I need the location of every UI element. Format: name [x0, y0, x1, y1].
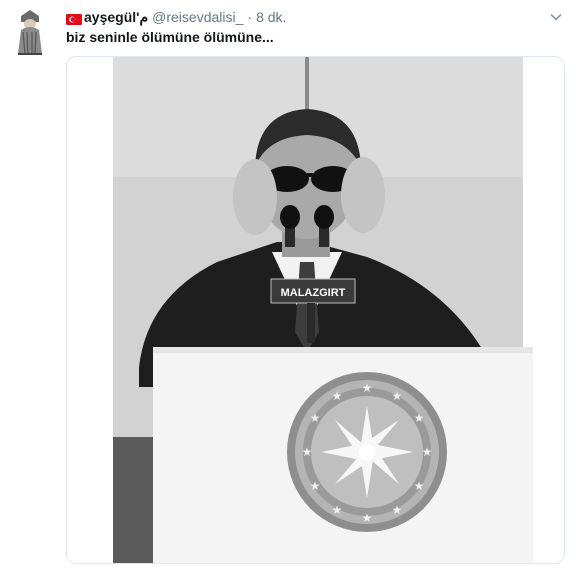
svg-text:★: ★	[392, 503, 403, 517]
svg-text:★: ★	[414, 411, 425, 425]
tweet-media-image[interactable]: MALAZGIRT ★ ★ ★ ★ ★ ★ ★ ★ ★ ★ ★ ★	[66, 56, 565, 564]
svg-text:★: ★	[422, 445, 433, 459]
svg-text:★: ★	[310, 479, 321, 493]
timestamp-link[interactable]: 8 dk.	[256, 9, 286, 25]
svg-text:★: ★	[392, 389, 403, 403]
svg-text:★: ★	[332, 389, 343, 403]
turkey-flag-icon	[66, 12, 82, 25]
svg-text:★: ★	[362, 511, 373, 525]
tweet-text: biz seninle ölümüne ölümüne...	[66, 29, 274, 45]
avatar[interactable]	[12, 8, 48, 58]
svg-text:★: ★	[310, 411, 321, 425]
separator-dot: ·	[247, 9, 253, 25]
svg-text:★: ★	[332, 503, 343, 517]
tweet: ayşegül'م @reisevdalisi_ · 8 dk. biz sen…	[0, 0, 576, 573]
svg-text:★: ★	[362, 381, 373, 395]
svg-text:★: ★	[302, 445, 313, 459]
display-name[interactable]: ayşegül'م	[84, 9, 148, 26]
photo: MALAZGIRT ★ ★ ★ ★ ★ ★ ★ ★ ★ ★ ★ ★	[67, 57, 564, 563]
user-handle[interactable]: @reisevdalisi_	[152, 9, 243, 25]
tweet-header: ayşegül'م @reisevdalisi_ · 8 dk.	[66, 8, 286, 26]
chevron-down-icon[interactable]	[548, 10, 564, 24]
svg-text:★: ★	[414, 479, 425, 493]
lectern-sign-text: MALAZGIRT	[281, 287, 346, 299]
